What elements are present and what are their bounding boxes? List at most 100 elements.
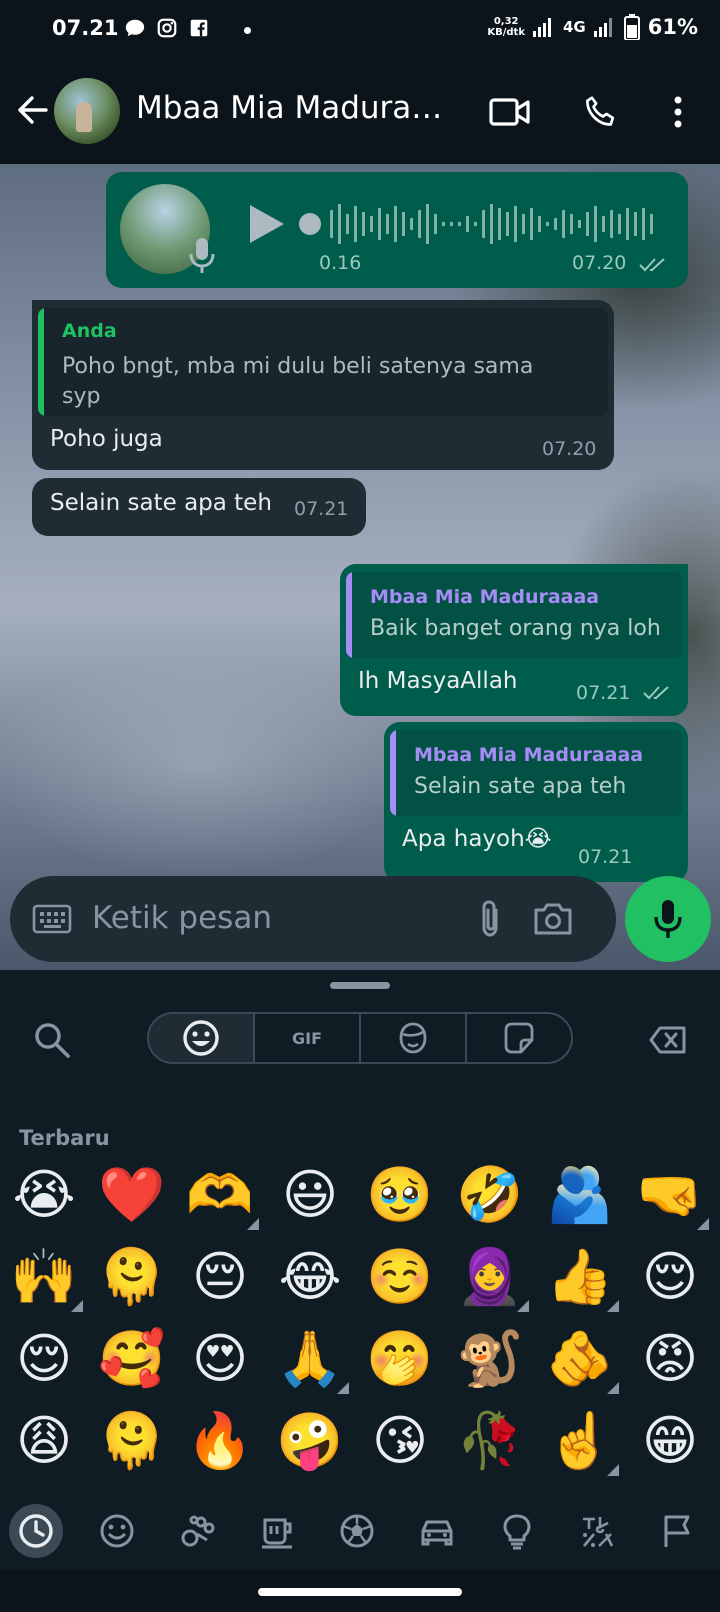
category-smileys[interactable]: [90, 1504, 144, 1558]
camera-icon[interactable]: [532, 900, 574, 938]
tab-gif[interactable]: GIF: [255, 1014, 361, 1062]
attach-icon[interactable]: [476, 898, 506, 940]
category-objects[interactable]: [490, 1504, 544, 1558]
emoji-key[interactable]: 😃: [275, 1160, 345, 1230]
emoji-key[interactable]: 😘: [365, 1406, 435, 1476]
quoted-message[interactable]: Mbaa Mia Maduraaaa Selain sate apa teh: [390, 730, 682, 816]
emoji-key[interactable]: 🧕: [455, 1242, 529, 1312]
category-recent[interactable]: [9, 1504, 63, 1558]
message-notification-icon: [125, 19, 145, 37]
emoji-key[interactable]: 🫵: [545, 1324, 619, 1394]
back-arrow-icon[interactable]: [14, 92, 50, 128]
contact-name[interactable]: Mbaa Mia Maduraa…: [136, 90, 456, 126]
quote-author: Mbaa Mia Maduraaaa: [414, 744, 644, 766]
quote-author: Mbaa Mia Maduraaaa: [370, 586, 600, 608]
system-icons: 0,32 KB/dtk 4G 61%: [487, 14, 698, 40]
chat-messages[interactable]: 0.16 07.20 Anda Poho bngt, mba mi dulu b…: [0, 164, 720, 970]
emoji-key[interactable]: 🙏: [275, 1324, 349, 1394]
category-flags[interactable]: [650, 1504, 704, 1558]
message-input[interactable]: Ketik pesan: [92, 900, 272, 936]
read-ticks-icon: [643, 686, 669, 700]
quote-text-line-2: syp: [62, 384, 101, 409]
voice-message-bubble[interactable]: 0.16 07.20: [106, 172, 688, 288]
category-travel[interactable]: [410, 1504, 464, 1558]
search-icon[interactable]: [32, 1020, 72, 1060]
emoji-key[interactable]: 🫂: [545, 1160, 615, 1230]
read-ticks-icon: [639, 258, 665, 272]
emoji-key[interactable]: ❤️: [97, 1160, 167, 1230]
quote-text-line-1: Poho bngt, mba mi dulu beli satenya sama: [62, 354, 534, 379]
voice-record-button[interactable]: [625, 876, 711, 962]
quote-text: Selain sate apa teh: [414, 774, 627, 799]
emoji-key[interactable]: 👍: [545, 1242, 619, 1312]
message-time: 07.21: [576, 682, 631, 704]
emoji-key[interactable]: 😭: [9, 1160, 79, 1230]
gif-label: GIF: [291, 1028, 322, 1048]
incoming-message[interactable]: Selain sate apa teh 07.21: [32, 478, 366, 536]
emoji-key[interactable]: 🫠: [97, 1242, 167, 1312]
voice-waveform[interactable]: [298, 200, 670, 248]
smiley-icon: [183, 1020, 219, 1056]
sticker-icon: [504, 1022, 534, 1054]
voice-call-button[interactable]: [576, 88, 624, 136]
microphone-icon: [654, 900, 682, 938]
video-call-button[interactable]: [486, 88, 534, 136]
emoji-key[interactable]: 🤪: [275, 1406, 345, 1476]
signal-2-icon: [593, 18, 612, 37]
status-bar: 07.21 0,32 KB/dtk 4G 61%: [0, 0, 720, 60]
outgoing-message[interactable]: Mbaa Mia Maduraaaa Baik banget orang nya…: [340, 564, 688, 716]
instagram-icon: [157, 18, 177, 38]
emoji-key[interactable]: 🐒: [455, 1324, 525, 1394]
emoji-key[interactable]: 🥹: [365, 1160, 435, 1230]
car-icon: [421, 1520, 453, 1546]
emoji-key[interactable]: 😌: [635, 1242, 705, 1312]
quoted-message[interactable]: Mbaa Mia Maduraaaa Baik banget orang nya…: [346, 572, 682, 658]
emoji-key[interactable]: 😂: [275, 1242, 345, 1312]
emoji-key[interactable]: ☝️: [545, 1406, 619, 1476]
category-animals[interactable]: [170, 1504, 224, 1558]
quoted-message[interactable]: Anda Poho bngt, mba mi dulu beli satenya…: [38, 308, 608, 416]
outgoing-message[interactable]: Mbaa Mia Maduraaaa Selain sate apa teh A…: [384, 722, 688, 882]
emoji-key[interactable]: 😁: [635, 1406, 705, 1476]
emoji-key[interactable]: 😍: [185, 1324, 255, 1394]
panel-drag-handle[interactable]: [330, 982, 390, 989]
emoji-key[interactable]: 🤣: [455, 1160, 525, 1230]
category-food[interactable]: [250, 1504, 304, 1558]
emoji-key[interactable]: 🙌: [9, 1242, 83, 1312]
emoji-key[interactable]: 😔: [185, 1242, 255, 1312]
emoji-key[interactable]: 😩: [9, 1406, 79, 1476]
message-time: 07.21: [578, 846, 633, 868]
emoji-key[interactable]: 🫶: [185, 1160, 259, 1230]
emoji-key[interactable]: 🥀: [455, 1406, 525, 1476]
more-vertical-icon: [674, 96, 682, 128]
battery-icon: [623, 14, 640, 40]
menu-button[interactable]: [654, 88, 702, 136]
emoji-key[interactable]: 🔥: [185, 1406, 255, 1476]
emoji-key[interactable]: ☺️: [365, 1242, 435, 1312]
backspace-icon[interactable]: [648, 1020, 688, 1060]
tab-avatar[interactable]: [361, 1014, 467, 1062]
message-composer[interactable]: Ketik pesan: [10, 876, 616, 962]
emoji-key[interactable]: 🫠: [97, 1406, 167, 1476]
emoji-key[interactable]: 🤭: [365, 1324, 435, 1394]
category-activities[interactable]: [330, 1504, 384, 1558]
play-icon[interactable]: [246, 202, 286, 246]
keyboard-icon[interactable]: [32, 902, 72, 936]
network-type: 4G: [562, 18, 586, 36]
contact-avatar[interactable]: [54, 78, 120, 144]
message-time: 07.20: [542, 438, 597, 460]
cup-icon: [262, 1518, 292, 1549]
emoji-key[interactable]: 😡: [635, 1324, 705, 1394]
incoming-message[interactable]: Anda Poho bngt, mba mi dulu beli satenya…: [32, 300, 614, 470]
voice-duration: 0.16: [319, 252, 362, 274]
category-symbols[interactable]: [570, 1504, 624, 1558]
facebook-icon: [190, 19, 208, 37]
emoji-key[interactable]: 😌: [9, 1324, 79, 1394]
tab-emoji[interactable]: [149, 1014, 255, 1062]
message-text: Selain sate apa teh: [50, 490, 272, 516]
tab-sticker[interactable]: [467, 1014, 571, 1062]
emoji-key[interactable]: 🤜: [635, 1160, 709, 1230]
emoji-key[interactable]: 🥰: [97, 1324, 167, 1394]
smiley-icon: [100, 1514, 134, 1548]
home-gesture-pill[interactable]: [258, 1588, 462, 1596]
